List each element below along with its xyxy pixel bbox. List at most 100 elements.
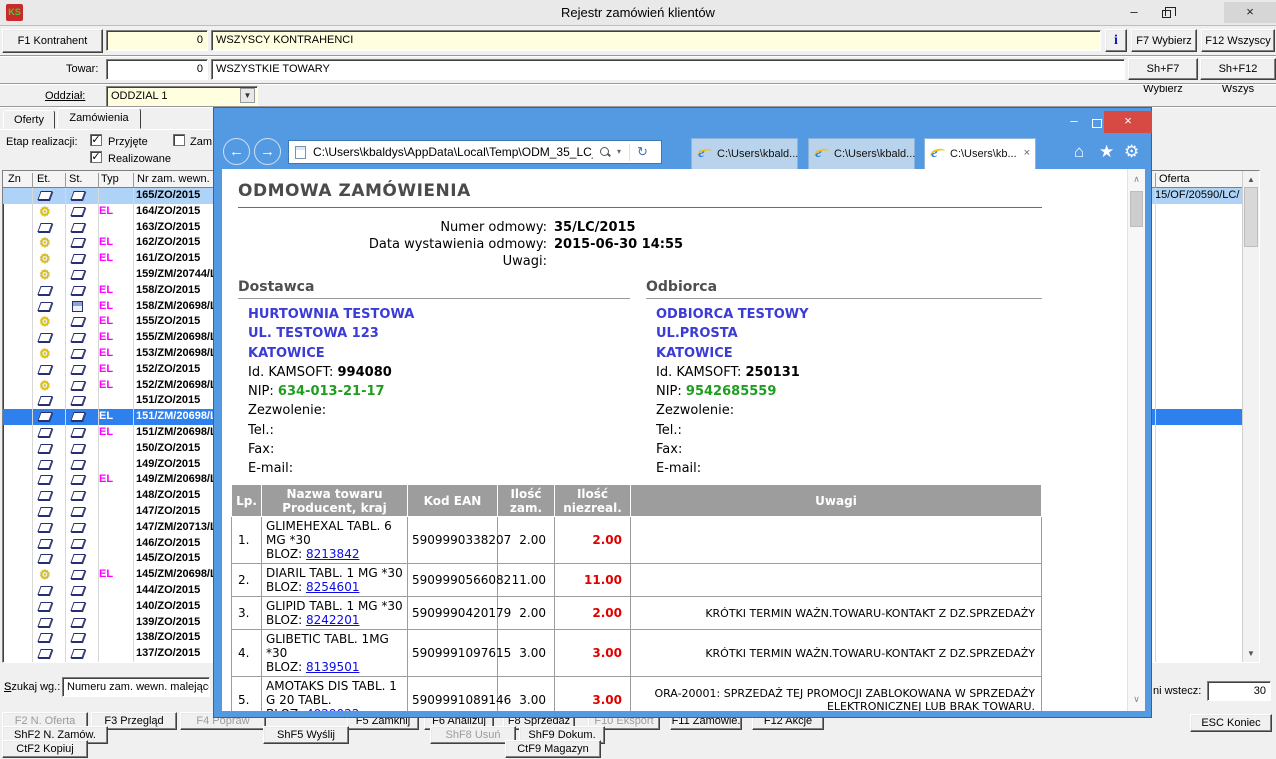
search-input[interactable]: Numeru zam. wewn. malejąco [62,677,210,697]
oddzial-select[interactable]: ODDZIAL 1 ▼ [106,86,258,107]
order-type: EL [99,235,132,251]
ie-logo-icon: e [931,146,946,161]
towar-name-field[interactable]: WSZYSTKIE TOWARY [211,59,1125,80]
search-icon[interactable] [599,146,612,159]
col-header-typ[interactable]: Typ [101,173,119,185]
favorites-star-icon[interactable]: ★ [1099,142,1114,162]
scroll-down-icon[interactable]: ∨ [1128,695,1145,705]
back-icon[interactable]: ← [223,138,250,165]
order-type [99,599,132,615]
towar-id-field[interactable]: 0 [106,59,208,80]
ie-tab-3-active[interactable]: e C:\Users\kb... × [924,138,1036,169]
col-header-zn[interactable]: Zn [8,173,21,185]
items-col-header: Lp. [232,485,262,517]
function-button-ctf9-magazyn[interactable]: CtF9 Magazyn [505,740,601,758]
document-icon [70,507,85,516]
ie-titlebar[interactable]: – × [214,108,1151,136]
odbiorca-kamsoft: Id. KAMSOFT: 250131 [656,363,1036,382]
window-title: Rejestr zamówień klientów [0,5,1276,20]
order-type [99,441,132,457]
item-lp: 2. [232,564,262,597]
f12-wszyscy-button[interactable]: F12 Wszyscy [1201,29,1275,52]
function-button-esc-koniec[interactable]: ESC Koniec [1190,714,1272,732]
document-icon [70,223,85,232]
function-button-ctf2-kopiuj[interactable]: CtF2 Kopiuj [2,740,88,758]
shf12-wszys-button[interactable]: Sh+F12 Wszys [1200,58,1276,80]
chevron-down-icon[interactable]: ▾ [617,147,621,156]
address-bar[interactable]: C:\Users\kbaldys\AppData\Local\Temp\ODM_… [288,140,662,164]
oddzial-label: Oddział: [45,90,85,102]
odbiorca-city: KATOWICE [656,344,1036,363]
col-header-oferta[interactable]: Oferta [1159,173,1190,185]
bloz-link[interactable]: 8242201 [306,613,359,627]
scroll-down-icon[interactable]: ▼ [1243,649,1259,658]
checkbox-realizowane[interactable]: ✓ [90,151,102,163]
item-remarks [631,564,1042,597]
document-icon [70,428,85,437]
refresh-icon[interactable]: ↻ [637,144,648,160]
dostawca-email: E-mail: [248,459,628,478]
forward-icon[interactable]: → [254,138,281,165]
ie-tab-2[interactable]: e C:\Users\kbald... [808,138,915,169]
bloz-link[interactable]: 8254601 [306,580,359,594]
items-col-header: Ilośćniezreal. [555,485,631,517]
bloz-link[interactable]: 4029022 [306,707,359,711]
scroll-up-icon[interactable]: ∧ [1128,175,1145,185]
f1-kontrahent-button[interactable]: F1 Kontrahent [2,29,103,53]
col-header-nr[interactable]: Nr zam. wewn. [137,173,210,185]
gear-icon: ⚙ [39,567,51,582]
ie-scrollbar[interactable]: ∧ ∨ [1127,169,1145,711]
zam-label: Zam [190,136,212,148]
scroll-up-icon[interactable]: ▲ [1243,175,1259,184]
document-icon [70,191,85,200]
shf7-wybierz-button[interactable]: Sh+F7 Wybierz [1128,58,1198,80]
item-ean: 5909990420179 [408,597,498,630]
col-header-et[interactable]: Et. [37,173,50,185]
home-icon[interactable]: ⌂ [1074,142,1084,162]
document-icon [37,475,52,484]
grid-scrollbar-thumb[interactable] [1244,187,1258,247]
item-remarks: KRÓTKI TERMIN WAŻN.TOWARU-KONTAKT Z DZ.S… [631,630,1042,677]
document-icon [70,333,85,342]
document-icon [70,286,85,295]
ie-scrollbar-thumb[interactable] [1130,191,1143,227]
kontrahent-id-field[interactable]: 0 [106,30,208,51]
tab-close-icon[interactable]: × [1024,147,1030,159]
order-type: EL [99,362,132,378]
order-type [99,220,132,236]
kontrahent-name-field[interactable]: WSZYSCY KONTRAHENCI [211,30,1101,51]
document-icon [70,460,85,469]
item-row: 4.GLIBETIC TABL. 1MG *30BLOZ: 8139501590… [232,630,1042,677]
ie-tab-label: C:\Users\kbald... [717,148,802,160]
document-icon [70,412,85,421]
ie-tab-1[interactable]: e C:\Users\kbald... [691,138,798,169]
gear-icon: ⚙ [39,267,51,282]
f7-wybierz-button[interactable]: F7 Wybierz [1131,29,1197,52]
ie-close-button[interactable]: × [1104,111,1152,133]
settings-gear-icon[interactable]: ⚙ [1124,142,1139,162]
dni-wstecz-input[interactable]: 30 [1207,681,1271,701]
col-header-st[interactable]: St. [69,173,82,185]
tab-oferty[interactable]: Oferty [3,110,55,129]
grid-scrollbar[interactable]: ▲ ▼ [1242,171,1259,662]
checkbox-zam[interactable] [173,134,185,146]
document-icon [37,539,52,548]
tab-zamowienia[interactable]: Zamówienia [57,108,141,129]
info-button[interactable]: i [1105,29,1127,52]
chevron-down-icon[interactable]: ▼ [240,88,255,103]
function-button-shf5-wy-lij[interactable]: ShF5 Wyślij [263,726,349,744]
item-remarks [631,517,1042,564]
document-icon [37,633,52,642]
close-button[interactable]: × [1224,2,1276,23]
bloz-link[interactable]: 8139501 [306,660,359,674]
function-button-shf8-usu-[interactable]: ShF8 Usuń [430,726,516,744]
order-type: EL [99,251,132,267]
document-icon [70,207,85,216]
minimize-button[interactable]: – [1119,2,1149,23]
numer-odmowy-value: 35/LC/2015 [554,220,636,235]
bloz-link[interactable]: 8213842 [306,547,359,561]
address-text[interactable]: C:\Users\kbaldys\AppData\Local\Temp\ODM_… [313,145,593,159]
restore-button[interactable] [1151,2,1181,23]
document-icon [37,602,52,611]
checkbox-przyjete[interactable]: ✓ [90,134,102,146]
